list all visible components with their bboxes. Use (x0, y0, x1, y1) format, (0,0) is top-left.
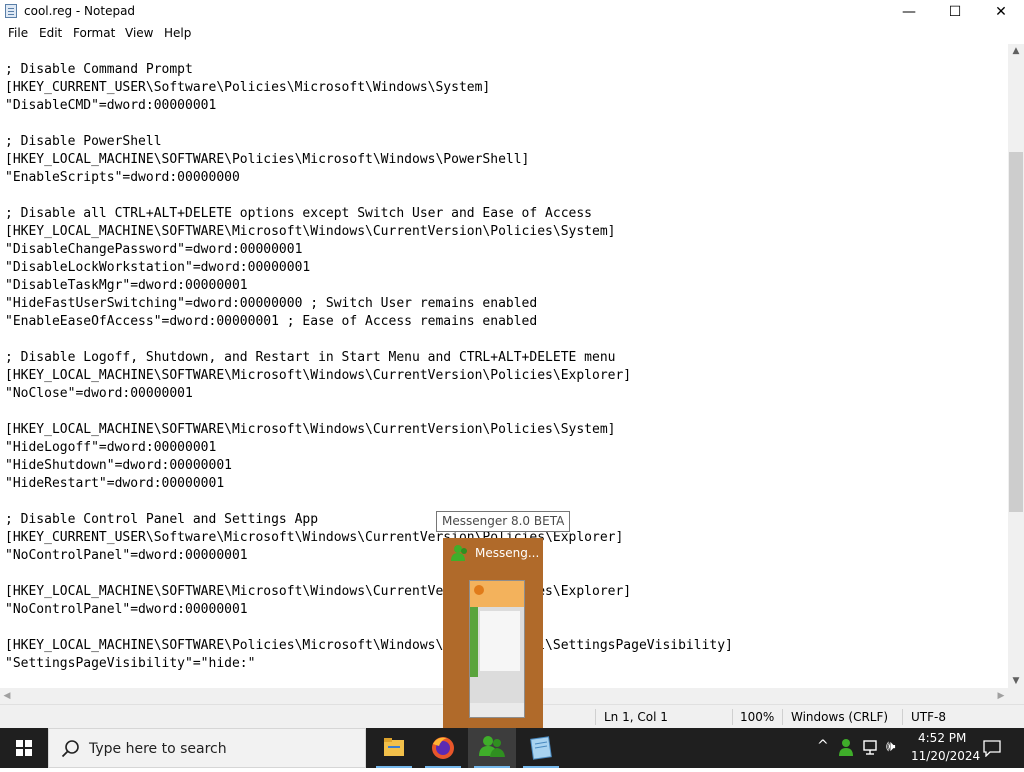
taskbar-firefox[interactable] (419, 728, 467, 768)
editor-line: "DisableLockWorkstation"=dword:00000001 (5, 260, 311, 275)
notepad-icon (5, 4, 17, 18)
windows-logo-icon (16, 740, 32, 756)
editor-line: "NoControlPanel"=dword:00000001 (5, 548, 248, 563)
scroll-up-arrow-icon[interactable]: ▲ (1008, 44, 1024, 58)
scroll-left-arrow-icon[interactable]: ◀ (0, 688, 14, 704)
taskbar: Type here to search ^ 🕪 4:52 PM 11/20/20… (0, 728, 1024, 768)
messenger-icon (451, 545, 467, 561)
status-divider (782, 709, 783, 725)
editor-line: ; Disable PowerShell (5, 134, 162, 149)
search-icon (61, 740, 79, 758)
minimize-button[interactable]: — (886, 0, 932, 24)
editor-line: "HideFastUserSwitching"=dword:00000000 ;… (5, 296, 538, 311)
scrollbar-corner (1008, 688, 1024, 704)
messenger-tray-icon[interactable] (838, 738, 856, 758)
scroll-down-arrow-icon[interactable]: ▼ (1008, 674, 1024, 688)
messenger-icon (479, 736, 505, 757)
preview-sidebar (470, 607, 478, 677)
editor-line: "EnableEaseOfAccess"=dword:00000001 ; Ea… (5, 314, 538, 329)
menu-help[interactable]: Help (164, 26, 191, 40)
editor-line: [HKEY_LOCAL_MACHINE\SOFTWARE\Policies\Mi… (5, 152, 530, 167)
thumbnail-title: Messeng... (475, 546, 540, 560)
cursor-position: Ln 1, Col 1 (604, 710, 668, 724)
editor-line: "DisableChangePassword"=dword:00000001 (5, 242, 303, 257)
editor-line: "NoControlPanel"=dword:00000001 (5, 602, 248, 617)
encoding: UTF-8 (911, 710, 946, 724)
editor-line: [HKEY_CURRENT_USER\Software\Policies\Mic… (5, 80, 491, 95)
menu-bar: File Edit Format View Help (0, 24, 1024, 43)
menu-view[interactable]: View (125, 26, 153, 40)
editor-line: "SettingsPageVisibility"="hide:" (5, 656, 256, 671)
clock-time[interactable]: 4:52 PM (918, 731, 966, 745)
editor-line: [HKEY_LOCAL_MACHINE\SOFTWARE\Microsoft\W… (5, 422, 616, 437)
menu-file[interactable]: File (8, 26, 28, 40)
taskbar-search[interactable]: Type here to search (48, 728, 366, 768)
editor-line: "NoClose"=dword:00000001 (5, 386, 193, 401)
editor-line: "EnableScripts"=dword:00000000 (5, 170, 240, 185)
preview-avatar (474, 585, 484, 595)
editor-line: ; Disable Control Panel and Settings App (5, 512, 319, 527)
editor-line: "HideShutdown"=dword:00000001 (5, 458, 232, 473)
folder-icon (384, 738, 404, 756)
start-button[interactable] (0, 728, 48, 768)
title-bar: cool.reg - Notepad — ☐ ✕ (0, 0, 1024, 24)
editor-line: "HideLogoff"=dword:00000001 (5, 440, 217, 455)
zoom-level: 100% (740, 710, 775, 724)
line-ending: Windows (CRLF) (791, 710, 889, 724)
editor-line: [HKEY_LOCAL_MACHINE\SOFTWARE\Policies\Mi… (5, 638, 733, 653)
messenger-thumbnail-popup[interactable]: Messeng... (443, 538, 543, 728)
editor-line: ; Disable Command Prompt (5, 62, 193, 77)
show-hidden-icons-chevron-icon[interactable]: ^ (817, 738, 829, 754)
search-placeholder: Type here to search (89, 741, 227, 757)
taskbar-messenger[interactable] (468, 728, 516, 768)
volume-icon[interactable]: 🕪 (886, 737, 895, 755)
editor-line: [HKEY_LOCAL_MACHINE\SOFTWARE\Microsoft\W… (5, 368, 632, 383)
editor-line: [HKEY_LOCAL_MACHINE\SOFTWARE\Microsoft\W… (5, 224, 616, 239)
status-divider (732, 709, 733, 725)
editor-line: ; Disable Logoff, Shutdown, and Restart … (5, 350, 616, 365)
notepad-icon (530, 736, 552, 760)
editor-line: ; Disable all CTRL+ALT+DELETE options ex… (5, 206, 592, 221)
messenger-tooltip: Messenger 8.0 BETA (436, 511, 571, 532)
firefox-icon (432, 737, 454, 759)
taskbar-notepad[interactable] (517, 728, 565, 768)
preview-contact-list (480, 611, 520, 671)
clock-date[interactable]: 11/20/2024 (911, 749, 980, 763)
menu-format[interactable]: Format (73, 26, 115, 40)
status-divider (595, 709, 596, 725)
editor-line: "DisableCMD"=dword:00000001 (5, 98, 217, 113)
notifications-icon[interactable] (982, 739, 1002, 757)
maximize-button[interactable]: ☐ (932, 0, 978, 24)
close-button[interactable]: ✕ (978, 0, 1024, 24)
scroll-right-arrow-icon[interactable]: ▶ (994, 688, 1008, 704)
vertical-scroll-thumb[interactable] (1009, 152, 1023, 512)
menu-edit[interactable]: Edit (39, 26, 62, 40)
editor-line: "DisableTaskMgr"=dword:00000001 (5, 278, 248, 293)
network-icon[interactable] (862, 739, 882, 757)
taskbar-file-explorer[interactable] (370, 728, 418, 768)
editor-line: "HideRestart"=dword:00000001 (5, 476, 225, 491)
messenger-window-preview[interactable] (469, 580, 525, 718)
preview-footer (470, 703, 524, 717)
status-divider (902, 709, 903, 725)
window-title: cool.reg - Notepad (24, 4, 136, 18)
